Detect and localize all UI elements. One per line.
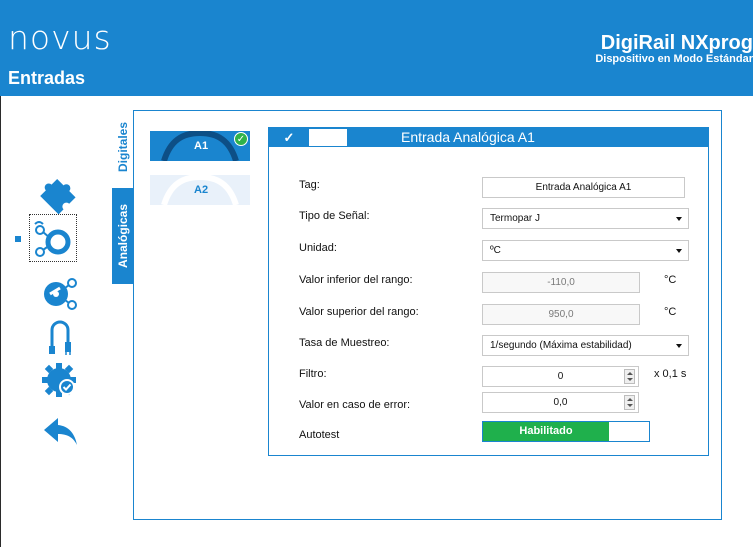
filter-input[interactable]: 0	[482, 366, 639, 387]
output-icon[interactable]	[40, 274, 80, 314]
panel-title: Entrada Analógica A1	[401, 129, 535, 145]
channel-a2-card[interactable]: A2	[150, 175, 250, 205]
window-left-border	[0, 96, 1, 547]
filter-spinner[interactable]	[624, 369, 635, 384]
unit-value: ºC	[490, 245, 501, 256]
app-subtitle: Dispositivo en Modo Estándar	[595, 53, 753, 65]
error-value-label: Valor en caso de error:	[299, 399, 411, 411]
cable-icon[interactable]	[40, 316, 80, 356]
filter-value: 0	[557, 371, 564, 382]
tag-label: Tag:	[299, 179, 320, 191]
unit-label: Unidad:	[299, 242, 337, 254]
error-value-value: 0,0	[553, 397, 568, 408]
sample-rate-label: Tasa de Muestreo:	[299, 337, 390, 349]
filter-label: Filtro:	[299, 368, 327, 380]
app-header: novus Entradas DigiRail NXprog Dispositi…	[0, 0, 753, 96]
app-title: DigiRail NXprog	[600, 32, 753, 54]
sensor-input-icon[interactable]	[29, 214, 77, 262]
signal-type-value: Termopar J	[490, 213, 541, 224]
chevron-down-icon	[676, 344, 682, 348]
signal-type-label: Tipo de Señal:	[299, 210, 370, 222]
channel-a1-card[interactable]: A1 ✓	[150, 131, 250, 161]
channel-a2-label: A2	[194, 184, 209, 196]
error-value-input[interactable]: 0,0	[482, 392, 639, 413]
analog-input-panel: ✓ Entrada Analógica A1 Tag: Entrada Anal…	[268, 127, 709, 456]
enable-check-icon[interactable]: ✓	[269, 128, 309, 147]
signal-type-select[interactable]: Termopar J	[482, 208, 689, 229]
novus-logo: novus	[8, 18, 112, 57]
autotest-toggle[interactable]: Habilitado	[482, 421, 650, 442]
page-title: Entradas	[8, 68, 86, 88]
tab-digitales-label: Digitales	[115, 121, 130, 173]
tab-digitales[interactable]: Digitales	[112, 110, 133, 184]
filter-unit: x 0,1 s	[654, 368, 687, 380]
unit-select[interactable]: ºC	[482, 240, 689, 261]
sample-rate-select[interactable]: 1/segundo (Máxima estabilidad)	[482, 335, 689, 356]
autotest-toggle-on: Habilitado	[483, 422, 609, 441]
range-high-label: Valor superior del rango:	[299, 306, 419, 318]
channel-a1-label: A1	[194, 140, 209, 152]
sample-rate-value: 1/segundo (Máxima estabilidad)	[490, 340, 632, 351]
puzzle-icon[interactable]	[40, 174, 80, 215]
enable-toggle-knob[interactable]	[309, 129, 347, 146]
range-high-input[interactable]: 950,0	[482, 304, 640, 325]
range-low-label: Valor inferior del rango:	[299, 274, 413, 286]
tab-analogicas-label: Analógicas	[115, 203, 130, 269]
selected-marker	[15, 236, 21, 242]
chevron-down-icon	[676, 249, 682, 253]
autotest-label: Autotest	[299, 429, 340, 441]
range-low-input[interactable]: -110,0	[482, 272, 640, 293]
error-value-spinner[interactable]	[624, 395, 635, 410]
tag-input[interactable]: Entrada Analógica A1	[482, 177, 685, 198]
back-arrow-icon[interactable]	[40, 412, 80, 452]
gear-check-icon[interactable]	[40, 360, 80, 400]
check-icon: ✓	[234, 132, 248, 146]
range-low-unit: °C	[664, 274, 677, 286]
chevron-down-icon	[676, 217, 682, 221]
range-high-unit: °C	[664, 306, 677, 318]
tab-analogicas[interactable]: Analógicas	[112, 188, 133, 284]
panel-header: ✓ Entrada Analógica A1	[269, 128, 708, 147]
